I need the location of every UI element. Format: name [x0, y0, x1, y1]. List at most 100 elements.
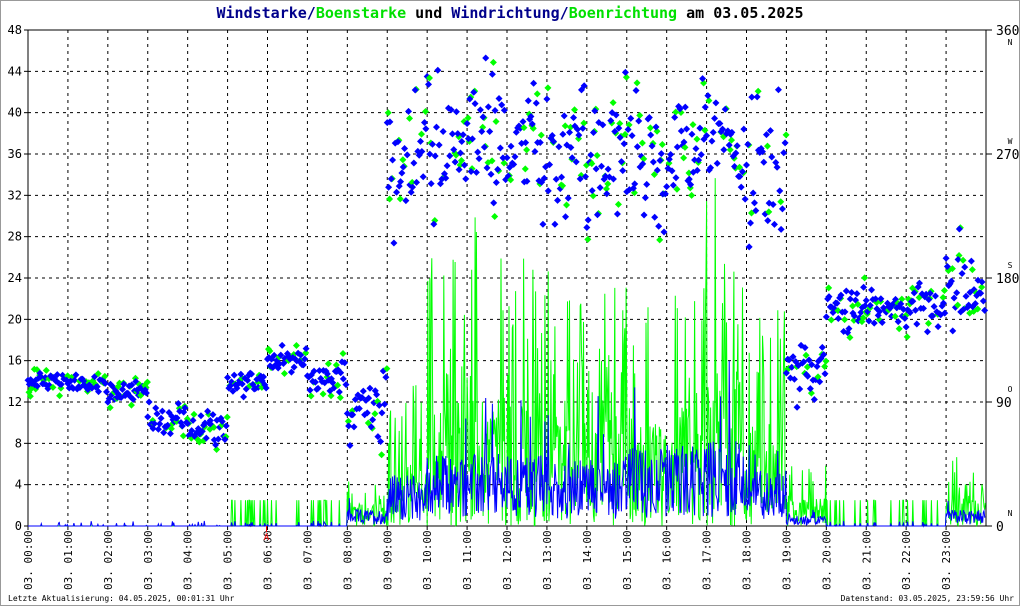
- wind-direction-point: [753, 93, 761, 101]
- wind-direction-point: [656, 157, 664, 165]
- compass-label: N: [1008, 509, 1013, 518]
- wind-direction-point: [197, 412, 205, 420]
- y-right-tick-label: 180: [996, 272, 1019, 287]
- wind-direction-point: [588, 187, 596, 195]
- y-left-tick-label: 24: [8, 271, 22, 285]
- compass-label: N: [1008, 38, 1013, 47]
- wind-direction-point: [475, 155, 483, 163]
- wind-direction-point: [209, 411, 217, 419]
- wind-direction-point: [961, 263, 969, 271]
- wind-direction-point: [853, 290, 861, 298]
- wind-direction-point: [524, 97, 532, 105]
- wind-direction-point: [708, 137, 716, 145]
- y-left-tick-label: 32: [8, 188, 22, 202]
- gust-direction-point: [399, 156, 407, 164]
- gust-direction-point: [544, 84, 552, 92]
- y-left-tick-label: 44: [8, 64, 22, 78]
- gust-direction-point: [940, 286, 948, 294]
- wind-direction-point: [633, 143, 641, 151]
- gust-direction-point: [656, 236, 664, 244]
- gust-direction-point: [705, 97, 713, 105]
- wind-direction-point: [681, 103, 689, 111]
- wind-direction-point: [651, 213, 659, 221]
- y-right-tick-label: 360: [996, 24, 1019, 39]
- gust-direction-point: [638, 139, 646, 147]
- wind-direction-point: [613, 210, 621, 218]
- data-status: Datenstand: 03.05.2025, 23:59:56 Uhr: [840, 594, 1014, 603]
- x-tick-label: 03. 20:00: [820, 530, 833, 590]
- wind-direction-point: [484, 103, 492, 111]
- wind-direction-point: [492, 178, 500, 186]
- gust-direction-point: [371, 410, 379, 418]
- gust-direction-point: [968, 266, 976, 274]
- wind-direction-point: [240, 393, 248, 401]
- wind-direction-point: [701, 103, 709, 111]
- wind-direction-point: [145, 398, 153, 406]
- wind-direction-point: [584, 216, 592, 224]
- wind-direction-point: [583, 224, 591, 232]
- wind-direction-point: [663, 183, 671, 191]
- y-left-tick-label: 28: [8, 230, 22, 244]
- x-tick-label: 03. 07:00: [301, 530, 314, 590]
- x-tick-label: 03. 15:00: [621, 530, 634, 590]
- gust-direction-point: [396, 195, 404, 203]
- wind-direction-point: [967, 257, 975, 265]
- y-left-tick-label: 16: [8, 354, 22, 368]
- wind-direction-point: [212, 441, 220, 449]
- gust-direction-point: [384, 109, 392, 117]
- wind-direction-point: [818, 343, 826, 351]
- wind-direction-point: [848, 289, 856, 297]
- gust-direction-point: [895, 325, 903, 333]
- gust-direction-point: [959, 256, 967, 264]
- gust-direction-point: [633, 79, 641, 87]
- gust-direction-point: [777, 198, 785, 206]
- gust-direction-point: [689, 121, 697, 129]
- wind-direction-point: [532, 99, 540, 107]
- wind-direction-point: [704, 92, 712, 100]
- gust-direction-point: [280, 370, 288, 378]
- gust-direction-point: [307, 392, 315, 400]
- wind-direction-point: [635, 117, 643, 125]
- wind-direction-point: [713, 159, 721, 167]
- gust-direction-point: [593, 152, 601, 160]
- wind-direction-point: [640, 211, 648, 219]
- wind-direction-point: [378, 409, 386, 417]
- wind-direction-point: [560, 112, 568, 120]
- wind-direction-point: [554, 196, 562, 204]
- wind-direction-point: [166, 430, 174, 438]
- wind-direction-point: [495, 95, 503, 103]
- x-tick-label: 03. 13:00: [541, 530, 554, 590]
- last-update: Letzte Aktualisierung: 04.05.2025, 00:01…: [8, 594, 235, 603]
- wind-direction-point: [566, 128, 574, 136]
- wind-direction-point: [774, 86, 782, 94]
- y-left-tick-label: 4: [15, 478, 22, 492]
- wind-direction-point: [709, 128, 717, 136]
- wind-direction-point: [488, 70, 496, 78]
- wind-direction-point: [562, 213, 570, 221]
- wind-direction-point: [846, 295, 854, 303]
- chart-svg: 0481216202428323640444803. 00:00 03. 01:0…: [8, 23, 1020, 590]
- wind-direction-point: [339, 375, 347, 383]
- wind-direction-point: [672, 174, 680, 182]
- wind-direction-point: [596, 184, 604, 192]
- wind-direction-point: [743, 161, 750, 169]
- y-left-tick-label: 0: [15, 519, 22, 533]
- wind-direction-point: [407, 188, 415, 196]
- wind-direction-point: [427, 180, 435, 188]
- wind-direction-point: [555, 143, 563, 151]
- y-right-tick-label: 90: [996, 396, 1012, 411]
- wind-direction-point: [390, 239, 398, 247]
- wind-direction-point: [144, 413, 152, 421]
- wind-direction-point: [673, 143, 681, 151]
- wind-direction-point: [711, 114, 719, 122]
- wind-direction-point: [401, 144, 409, 152]
- gust-direction-point: [418, 130, 426, 138]
- gust-direction-point: [422, 108, 430, 116]
- wind-direction-point: [544, 187, 552, 195]
- gust-direction-point: [378, 451, 386, 459]
- wind-direction-point: [579, 124, 587, 132]
- marker-label: A: [264, 533, 270, 543]
- wind-direction-point: [902, 323, 910, 331]
- wind-direction-point: [949, 327, 957, 335]
- wind-direction-point: [741, 195, 749, 203]
